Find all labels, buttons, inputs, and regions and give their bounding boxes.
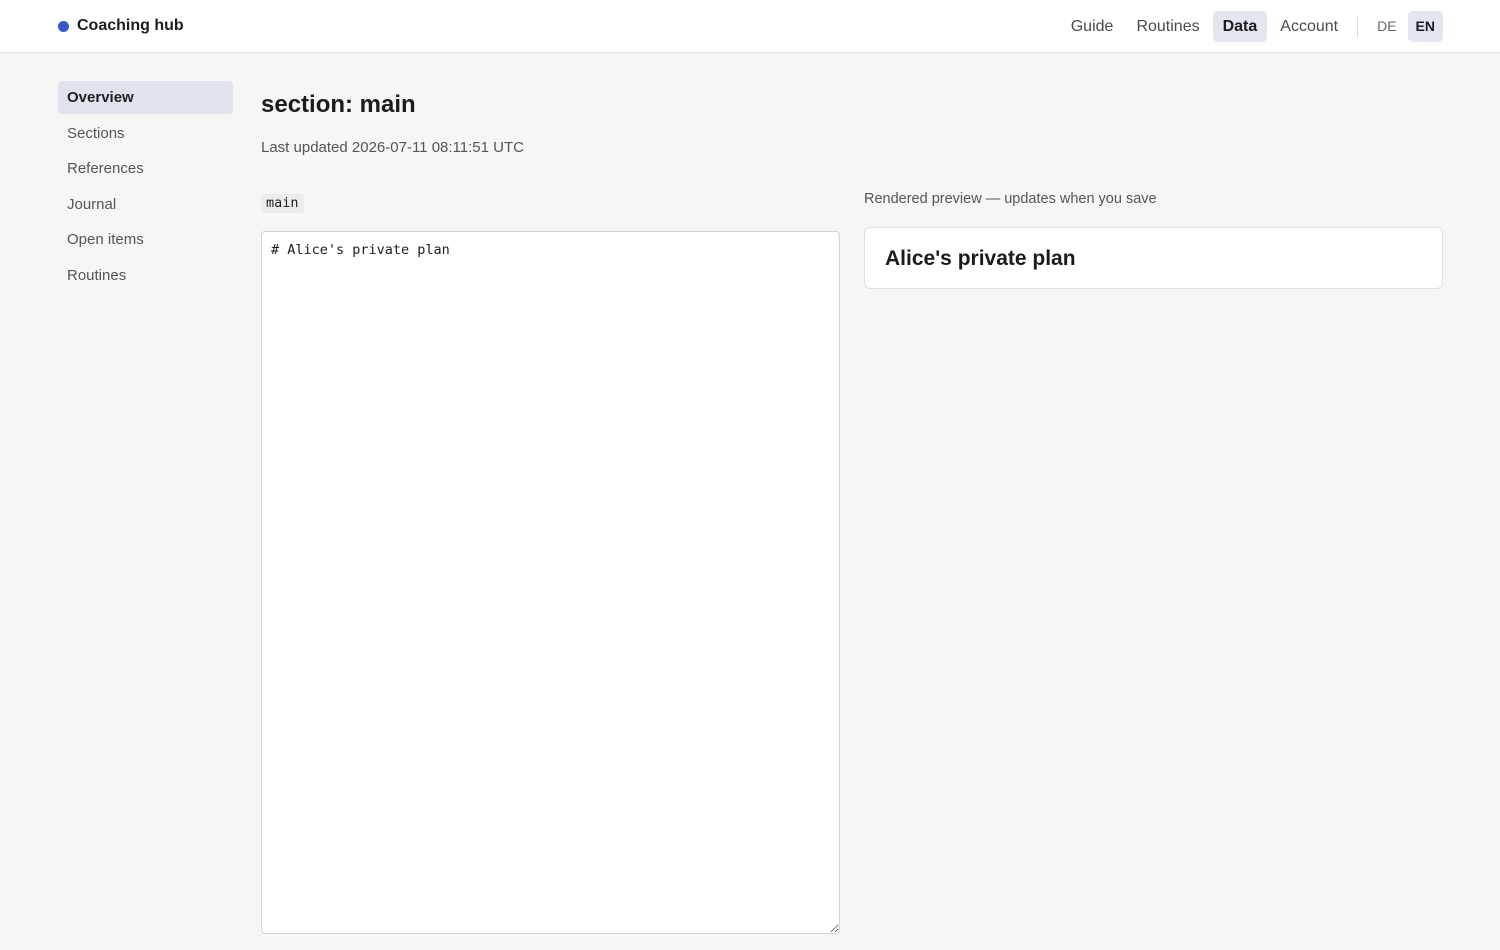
- sidebar-item-overview[interactable]: Overview: [58, 81, 233, 114]
- nav-account[interactable]: Account: [1270, 11, 1348, 42]
- section-key: main: [261, 194, 304, 213]
- nav-divider: [1357, 16, 1359, 37]
- brand[interactable]: Coaching hub: [58, 14, 184, 38]
- brand-name: Coaching hub: [77, 17, 184, 34]
- nav-routines[interactable]: Routines: [1126, 11, 1209, 42]
- sidebar-item-routines[interactable]: Routines: [58, 259, 233, 292]
- last-updated: Last updated 2026-07-11 08:11:51 UTC: [261, 139, 524, 156]
- rendered-preview: Alice's private plan: [864, 227, 1443, 289]
- top-nav: Guide Routines Data Account DE EN: [1058, 11, 1443, 42]
- preview-heading: Alice's private plan: [885, 247, 1076, 270]
- lang-en-button[interactable]: EN: [1407, 11, 1443, 42]
- sidebar-item-journal[interactable]: Journal: [58, 188, 233, 221]
- sidebar: Overview Sections References Journal Ope…: [58, 81, 233, 294]
- lang-de-button[interactable]: DE: [1369, 11, 1404, 42]
- preview-label: Rendered preview — updates when you save: [864, 191, 1157, 207]
- sidebar-item-references[interactable]: References: [58, 152, 233, 185]
- sidebar-item-open-items[interactable]: Open items: [58, 223, 233, 256]
- brand-dot-icon: [58, 20, 69, 32]
- nav-guide[interactable]: Guide: [1061, 11, 1124, 42]
- nav-data[interactable]: Data: [1212, 11, 1268, 42]
- markdown-editor[interactable]: # Alice's private plan: [261, 231, 840, 934]
- sidebar-item-sections[interactable]: Sections: [58, 117, 233, 150]
- top-bar: Coaching hub Guide Routines Data Account…: [0, 0, 1500, 53]
- page-title: section: main: [261, 91, 416, 118]
